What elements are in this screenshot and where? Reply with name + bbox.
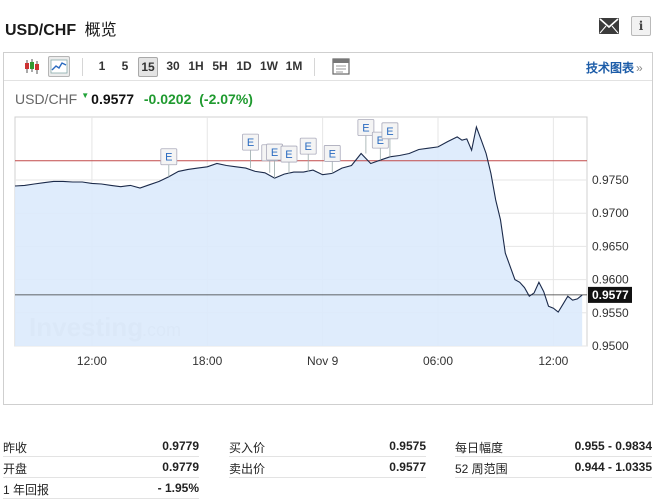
page-title-overview: 概览 (84, 22, 117, 39)
page-title-symbol: USD/CHF (5, 22, 77, 39)
last-price-badge-label: 0.9577 (592, 288, 629, 302)
event-marker-label: E (362, 123, 369, 135)
stats-label: 卖出价 (229, 462, 266, 476)
stats-row: 开盘 0.9779 (3, 457, 199, 478)
envelope-icon (599, 18, 619, 34)
event-marker-label: E (165, 152, 172, 164)
stats-row: 买入价 0.9575 (229, 436, 426, 457)
x-axis-tick-label: 12:00 (538, 354, 568, 368)
y-axis-tick-label: 0.9500 (592, 339, 629, 353)
x-axis-tick-label: 12:00 (77, 354, 107, 368)
page-title: USD/CHF 概览 (5, 16, 117, 40)
stats-value: 0.9575 (389, 439, 426, 453)
info-icon: i (638, 19, 644, 33)
event-marker-label: E (386, 126, 393, 138)
stats-row: 昨收 0.9779 (3, 436, 199, 457)
chart-panel: 1 5 15 30 1H 5H 1D 1W 1M 技术图表» USD/CHF ▼ 0… (3, 52, 653, 405)
stats-row: 52 周范围 0.944 - 1.0335 (455, 457, 652, 478)
stats-label: 每日幅度 (455, 441, 504, 455)
stats-value: 0.9779 (162, 460, 199, 474)
stats-row: 卖出价 0.9577 (229, 457, 426, 478)
email-button[interactable] (598, 16, 620, 36)
y-axis-tick-label: 0.9550 (592, 306, 629, 320)
stats-label: 买入价 (229, 441, 266, 455)
stats-value: 0.9779 (162, 439, 199, 453)
stats-label: 开盘 (3, 462, 28, 476)
x-axis-tick-label: 06:00 (423, 354, 453, 368)
stats-label: 52 周范围 (455, 462, 508, 476)
stats-label: 1 年回报 (3, 483, 50, 497)
price-chart[interactable]: Investing.comEEEEEEEEEE12:0018:00Nov 906… (4, 53, 652, 404)
y-axis-tick-label: 0.9600 (592, 273, 629, 287)
event-marker-label: E (305, 141, 312, 153)
event-marker-label: E (285, 149, 292, 161)
stats-value: - 1.95% (157, 481, 199, 495)
event-marker-label: E (247, 137, 254, 149)
x-axis-tick-label: Nov 9 (307, 354, 339, 368)
y-axis-tick-label: 0.9750 (592, 173, 629, 187)
y-axis-tick-label: 0.9700 (592, 206, 629, 220)
y-axis-tick-label: 0.9650 (592, 239, 629, 253)
stats-row: 每日幅度 0.955 - 0.9834 (455, 436, 652, 457)
stats-label: 昨收 (3, 441, 28, 455)
stats-value: 0.944 - 1.0335 (574, 460, 652, 474)
stats-value: 0.9577 (389, 460, 426, 474)
event-marker-label: E (271, 147, 278, 159)
stats-value: 0.955 - 0.9834 (574, 439, 652, 453)
x-axis-tick-label: 18:00 (192, 354, 222, 368)
event-marker-label: E (329, 148, 336, 160)
stats-row: 1 年回报 - 1.95% (3, 478, 199, 499)
info-button[interactable]: i (631, 16, 651, 36)
